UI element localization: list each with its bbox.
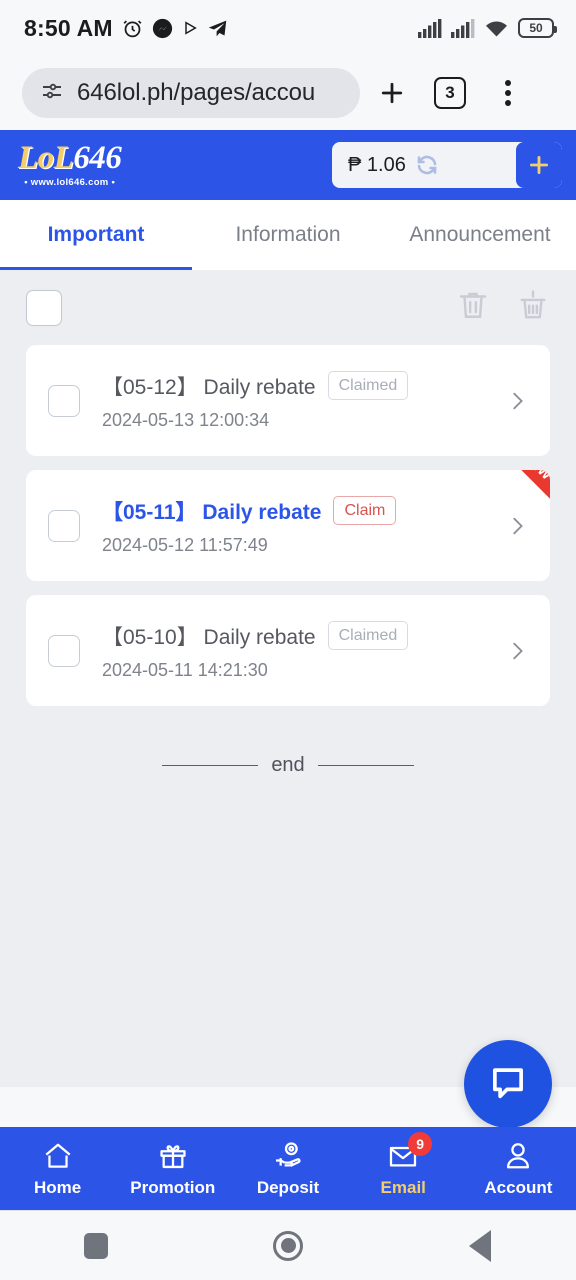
battery-indicator: 50	[518, 18, 557, 38]
balance-amount: ₱ 1.06	[348, 153, 406, 176]
site-logo[interactable]: LoL646 • www.lol646.com •	[18, 140, 122, 189]
deposit-plus-button[interactable]	[516, 142, 562, 188]
message-cards: 【05-12】 Daily rebate Claimed 2024-05-13 …	[0, 345, 576, 706]
message-tabs: Important Information Announcement	[0, 200, 576, 270]
battery-level: 50	[529, 21, 543, 35]
wifi-icon	[484, 19, 509, 38]
tab-count: 3	[434, 77, 466, 109]
chevron-right-icon[interactable]	[506, 390, 528, 412]
message-title: 【05-10】 Daily rebate	[102, 625, 316, 649]
message-title-row: 【05-11】 Daily rebate Claim	[102, 495, 506, 526]
square-icon	[84, 1232, 108, 1259]
row-checkbox[interactable]	[48, 634, 80, 667]
new-tab-button[interactable]	[366, 67, 418, 119]
message-content: 【05-11】 Daily rebate Claim 2024-05-12 11…	[102, 495, 506, 556]
logo-wordmark: LoL646	[18, 140, 122, 177]
divider-line-left	[162, 764, 259, 767]
chevron-right-icon[interactable]	[506, 515, 528, 537]
triangle-left-icon	[469, 1229, 491, 1262]
logo-subtitle: • www.lol646.com •	[24, 177, 116, 189]
trash-icon[interactable]	[456, 288, 490, 327]
claim-button[interactable]: Claim	[333, 495, 397, 526]
message-date: 2024-05-12 11:57:49	[102, 534, 268, 555]
alarm-icon	[122, 18, 143, 39]
message-title: 【05-11】 Daily rebate	[102, 500, 322, 524]
table-row[interactable]: 【05-10】 Daily rebate Claimed 2024-05-11 …	[26, 595, 550, 706]
message-content: 【05-12】 Daily rebate Claimed 2024-05-13 …	[102, 370, 506, 431]
nav-label: Promotion	[130, 1178, 216, 1197]
divider-line-right	[317, 764, 414, 767]
status-badge[interactable]: Claimed	[327, 370, 409, 401]
nav-item-account[interactable]: Account	[461, 1139, 576, 1198]
row-checkbox[interactable]	[48, 384, 80, 417]
status-bar-right: 50	[418, 18, 557, 38]
nav-label: Deposit	[256, 1178, 320, 1197]
tab-switcher-button[interactable]: 3	[424, 67, 476, 119]
list-toolbar	[0, 270, 576, 345]
address-bar[interactable]: 646lol.ph/pages/accou	[22, 68, 360, 118]
message-content: 【05-10】 Daily rebate Claimed 2024-05-11 …	[102, 620, 506, 681]
nav-item-promotion[interactable]: Promotion	[115, 1139, 230, 1198]
envelope-icon: 9	[387, 1132, 433, 1173]
row-checkbox[interactable]	[48, 509, 80, 542]
nav-label: Home	[33, 1178, 82, 1197]
nav-item-deposit[interactable]: Deposit	[230, 1139, 345, 1198]
message-list-area: 【05-12】 Daily rebate Claimed 2024-05-13 …	[0, 270, 576, 1087]
email-badge: 9	[408, 1132, 433, 1156]
home-button[interactable]	[228, 1230, 348, 1261]
home-icon	[42, 1139, 74, 1173]
more-vertical-icon[interactable]	[482, 67, 534, 119]
broom-icon[interactable]	[516, 288, 550, 327]
site-header: LoL646 • www.lol646.com • ₱ 1.06	[0, 130, 576, 200]
browser-toolbar: 646lol.ph/pages/accou 3	[0, 56, 576, 130]
chat-bubble-icon	[487, 1061, 529, 1108]
message-title-row: 【05-10】 Daily rebate Claimed	[102, 620, 506, 651]
message-date: 2024-05-13 12:00:34	[102, 409, 270, 430]
logo-secondary-text: 646	[73, 140, 122, 177]
nav-item-email[interactable]: 9 Email	[346, 1132, 461, 1198]
status-time: 8:50 AM	[24, 14, 113, 41]
back-button[interactable]	[420, 1229, 540, 1262]
circle-icon	[273, 1230, 303, 1261]
bottom-navigation: Home Promotion Deposit 9 Email Account	[0, 1127, 576, 1210]
chevron-right-icon[interactable]	[506, 640, 528, 662]
refresh-icon[interactable]	[415, 153, 439, 177]
message-date: 2024-05-11 14:21:30	[102, 659, 268, 680]
status-bar-left: 8:50 AM	[24, 15, 228, 42]
play-icon	[182, 20, 198, 36]
gift-icon	[157, 1139, 189, 1173]
live-chat-button[interactable]	[464, 1040, 552, 1128]
message-title-row: 【05-12】 Daily rebate Claimed	[102, 370, 506, 401]
toolbar-actions	[456, 288, 550, 327]
list-end-divider: end	[0, 754, 576, 777]
nav-label: Account	[484, 1178, 553, 1197]
list-end-label: end	[271, 754, 305, 776]
messenger-icon	[152, 18, 173, 39]
page-info-icon[interactable]	[40, 79, 64, 108]
telegram-icon	[207, 18, 228, 39]
nav-label: Email	[380, 1178, 426, 1197]
tab-important[interactable]: Important	[0, 223, 192, 247]
url-text: 646lol.ph/pages/accou	[77, 79, 316, 106]
android-navigation-bar	[0, 1210, 576, 1280]
phone-screen: 8:50 AM 50 646lol.ph/pages/accou 3 LoL64…	[0, 0, 576, 1280]
tab-announcement[interactable]: Announcement	[384, 223, 576, 247]
logo-primary-text: LoL	[18, 140, 74, 177]
select-all-checkbox[interactable]	[26, 289, 62, 326]
signal-bars-icon	[418, 18, 442, 38]
table-row[interactable]: 【05-11】 Daily rebate Claim 2024-05-12 11…	[26, 470, 550, 581]
status-badge[interactable]: Claimed	[327, 620, 409, 651]
table-row[interactable]: 【05-12】 Daily rebate Claimed 2024-05-13 …	[26, 345, 550, 456]
message-title: 【05-12】 Daily rebate	[102, 375, 316, 399]
tab-information[interactable]: Information	[192, 223, 384, 247]
recents-button[interactable]	[36, 1232, 156, 1259]
signal-bars-icon	[451, 18, 475, 38]
user-icon	[502, 1139, 534, 1173]
balance-widget[interactable]: ₱ 1.06	[332, 142, 562, 188]
nav-item-home[interactable]: Home	[0, 1139, 115, 1198]
status-bar: 8:50 AM 50	[0, 0, 576, 56]
hand-coin-icon	[272, 1139, 304, 1173]
